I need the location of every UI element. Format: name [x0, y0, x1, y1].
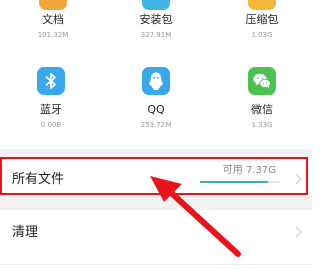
archive-icon: [248, 0, 276, 10]
package-icon: [142, 0, 170, 10]
category-size: 1.03G: [251, 31, 273, 39]
storage-progress-fill: [200, 181, 268, 183]
bluetooth-icon: [37, 67, 65, 95]
category-label: QQ: [147, 103, 165, 116]
category-size: 1.33G: [251, 121, 273, 129]
section-divider: [0, 196, 312, 210]
file-manager-screen: 文档 101.32M 安装包 327.91M 压缩包 1.03G 蓝牙 0.00…: [0, 0, 312, 270]
qq-icon: [142, 67, 170, 95]
section-divider: [0, 149, 312, 158]
category-size: 253.72M: [140, 121, 172, 129]
category-label: 微信: [251, 103, 273, 116]
all-files-label: 所有文件: [12, 172, 65, 187]
storage-progress-bar: [200, 181, 280, 183]
category-label: 压缩包: [245, 13, 279, 26]
category-size: 0.00B: [40, 121, 62, 129]
wechat-icon: [248, 67, 276, 95]
available-storage-text: 可用 7.37G: [222, 165, 276, 176]
category-label: 文档: [42, 13, 64, 26]
document-icon: [39, 0, 67, 10]
category-size: 101.32M: [37, 31, 69, 39]
row-divider: [0, 264, 312, 265]
category-label: 安装包: [139, 13, 173, 26]
category-size: 327.91M: [140, 31, 172, 39]
cleanup-label: 清理: [12, 225, 39, 240]
category-label: 蓝牙: [40, 103, 62, 116]
cleanup-row[interactable]: 清理: [0, 210, 312, 254]
